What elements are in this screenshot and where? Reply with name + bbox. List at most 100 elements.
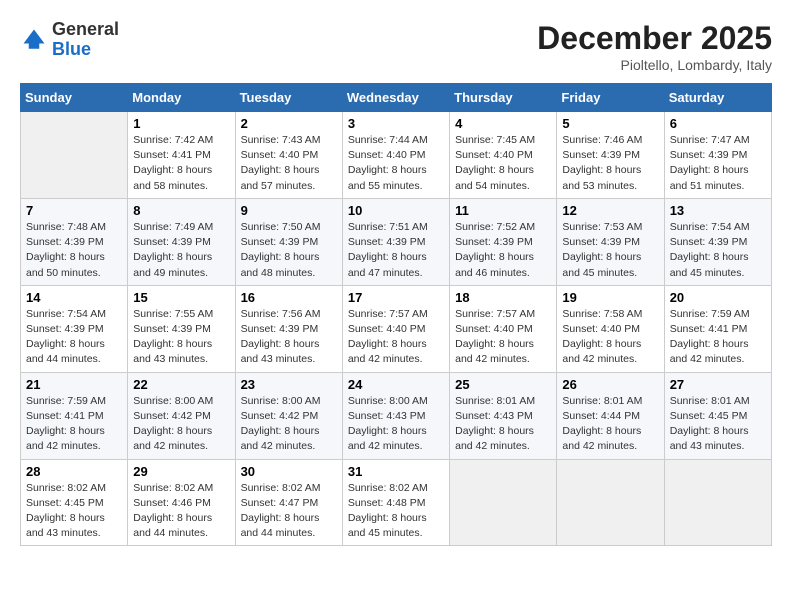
calendar-cell bbox=[450, 459, 557, 546]
calendar-cell: 25 Sunrise: 8:01 AM Sunset: 4:43 PM Dayli… bbox=[450, 372, 557, 459]
calendar-cell: 22 Sunrise: 8:00 AM Sunset: 4:42 PM Dayli… bbox=[128, 372, 235, 459]
day-info: Sunrise: 7:55 AM Sunset: 4:39 PM Dayligh… bbox=[133, 307, 229, 368]
day-header-sunday: Sunday bbox=[21, 84, 128, 112]
day-info: Sunrise: 7:51 AM Sunset: 4:39 PM Dayligh… bbox=[348, 220, 444, 281]
calendar-cell: 10Sunrise: 7:51 AM Sunset: 4:39 PM Dayli… bbox=[342, 198, 449, 285]
calendar-cell: 29 Sunrise: 8:02 AM Sunset: 4:46 PM Dayli… bbox=[128, 459, 235, 546]
calendar-cell: 11 Sunrise: 7:52 AM Sunset: 4:39 PM Dayli… bbox=[450, 198, 557, 285]
day-number: 22 bbox=[133, 377, 229, 392]
day-info: Sunrise: 7:45 AM Sunset: 4:40 PM Dayligh… bbox=[455, 133, 551, 194]
day-info: Sunrise: 7:56 AM Sunset: 4:39 PM Dayligh… bbox=[241, 307, 337, 368]
day-number: 20 bbox=[670, 290, 766, 305]
day-info: Sunrise: 8:02 AM Sunset: 4:45 PM Dayligh… bbox=[26, 481, 122, 542]
day-number: 25 bbox=[455, 377, 551, 392]
day-info: Sunrise: 7:47 AM Sunset: 4:39 PM Dayligh… bbox=[670, 133, 766, 194]
day-number: 12 bbox=[562, 203, 658, 218]
day-header-wednesday: Wednesday bbox=[342, 84, 449, 112]
calendar-cell: 30 Sunrise: 8:02 AM Sunset: 4:47 PM Dayli… bbox=[235, 459, 342, 546]
day-number: 26 bbox=[562, 377, 658, 392]
calendar-cell: 12 Sunrise: 7:53 AM Sunset: 4:39 PM Dayli… bbox=[557, 198, 664, 285]
day-number: 6 bbox=[670, 116, 766, 131]
calendar-cell: 21Sunrise: 7:59 AM Sunset: 4:41 PM Dayli… bbox=[21, 372, 128, 459]
calendar-cell: 16 Sunrise: 7:56 AM Sunset: 4:39 PM Dayli… bbox=[235, 285, 342, 372]
day-info: Sunrise: 7:50 AM Sunset: 4:39 PM Dayligh… bbox=[241, 220, 337, 281]
day-number: 14 bbox=[26, 290, 122, 305]
calendar-cell: 17Sunrise: 7:57 AM Sunset: 4:40 PM Dayli… bbox=[342, 285, 449, 372]
day-number: 5 bbox=[562, 116, 658, 131]
day-header-thursday: Thursday bbox=[450, 84, 557, 112]
day-info: Sunrise: 8:01 AM Sunset: 4:44 PM Dayligh… bbox=[562, 394, 658, 455]
logo-text: General Blue bbox=[52, 20, 119, 60]
logo-general-text: General bbox=[52, 19, 119, 39]
page-header: General Blue December 2025 Pioltello, Lo… bbox=[20, 20, 772, 73]
day-info: Sunrise: 7:59 AM Sunset: 4:41 PM Dayligh… bbox=[670, 307, 766, 368]
title-block: December 2025 Pioltello, Lombardy, Italy bbox=[537, 20, 772, 73]
day-info: Sunrise: 8:00 AM Sunset: 4:43 PM Dayligh… bbox=[348, 394, 444, 455]
calendar-cell bbox=[557, 459, 664, 546]
week-row-2: 7Sunrise: 7:48 AM Sunset: 4:39 PM Daylig… bbox=[21, 198, 772, 285]
calendar-cell: 2 Sunrise: 7:43 AM Sunset: 4:40 PM Daylig… bbox=[235, 112, 342, 199]
day-info: Sunrise: 7:54 AM Sunset: 4:39 PM Dayligh… bbox=[670, 220, 766, 281]
day-number: 24 bbox=[348, 377, 444, 392]
day-number: 1 bbox=[133, 116, 229, 131]
calendar-cell: 31 Sunrise: 8:02 AM Sunset: 4:48 PM Dayli… bbox=[342, 459, 449, 546]
calendar-cell: 5 Sunrise: 7:46 AM Sunset: 4:39 PM Daylig… bbox=[557, 112, 664, 199]
calendar-cell: 6 Sunrise: 7:47 AM Sunset: 4:39 PM Daylig… bbox=[664, 112, 771, 199]
day-header-monday: Monday bbox=[128, 84, 235, 112]
day-number: 16 bbox=[241, 290, 337, 305]
day-info: Sunrise: 8:00 AM Sunset: 4:42 PM Dayligh… bbox=[241, 394, 337, 455]
day-number: 18 bbox=[455, 290, 551, 305]
calendar-cell: 4 Sunrise: 7:45 AM Sunset: 4:40 PM Daylig… bbox=[450, 112, 557, 199]
day-info: Sunrise: 7:58 AM Sunset: 4:40 PM Dayligh… bbox=[562, 307, 658, 368]
day-number: 3 bbox=[348, 116, 444, 131]
day-number: 19 bbox=[562, 290, 658, 305]
day-info: Sunrise: 7:52 AM Sunset: 4:39 PM Dayligh… bbox=[455, 220, 551, 281]
day-info: Sunrise: 8:02 AM Sunset: 4:47 PM Dayligh… bbox=[241, 481, 337, 542]
location-subtitle: Pioltello, Lombardy, Italy bbox=[537, 57, 772, 73]
day-number: 7 bbox=[26, 203, 122, 218]
day-number: 15 bbox=[133, 290, 229, 305]
day-info: Sunrise: 7:57 AM Sunset: 4:40 PM Dayligh… bbox=[455, 307, 551, 368]
calendar-cell bbox=[21, 112, 128, 199]
logo: General Blue bbox=[20, 20, 119, 60]
day-number: 4 bbox=[455, 116, 551, 131]
day-number: 9 bbox=[241, 203, 337, 218]
day-number: 27 bbox=[670, 377, 766, 392]
day-info: Sunrise: 8:00 AM Sunset: 4:42 PM Dayligh… bbox=[133, 394, 229, 455]
calendar-cell: 3 Sunrise: 7:44 AM Sunset: 4:40 PM Daylig… bbox=[342, 112, 449, 199]
day-number: 23 bbox=[241, 377, 337, 392]
day-info: Sunrise: 8:01 AM Sunset: 4:43 PM Dayligh… bbox=[455, 394, 551, 455]
week-row-4: 21Sunrise: 7:59 AM Sunset: 4:41 PM Dayli… bbox=[21, 372, 772, 459]
day-info: Sunrise: 7:53 AM Sunset: 4:39 PM Dayligh… bbox=[562, 220, 658, 281]
day-number: 11 bbox=[455, 203, 551, 218]
day-number: 2 bbox=[241, 116, 337, 131]
calendar-cell: 26 Sunrise: 8:01 AM Sunset: 4:44 PM Dayli… bbox=[557, 372, 664, 459]
calendar-cell: 7Sunrise: 7:48 AM Sunset: 4:39 PM Daylig… bbox=[21, 198, 128, 285]
calendar-cell: 13Sunrise: 7:54 AM Sunset: 4:39 PM Dayli… bbox=[664, 198, 771, 285]
day-number: 31 bbox=[348, 464, 444, 479]
day-number: 30 bbox=[241, 464, 337, 479]
day-info: Sunrise: 8:02 AM Sunset: 4:48 PM Dayligh… bbox=[348, 481, 444, 542]
day-info: Sunrise: 7:44 AM Sunset: 4:40 PM Dayligh… bbox=[348, 133, 444, 194]
days-header-row: SundayMondayTuesdayWednesdayThursdayFrid… bbox=[21, 84, 772, 112]
calendar-cell: 24 Sunrise: 8:00 AM Sunset: 4:43 PM Dayli… bbox=[342, 372, 449, 459]
day-info: Sunrise: 7:46 AM Sunset: 4:39 PM Dayligh… bbox=[562, 133, 658, 194]
calendar-cell: 8Sunrise: 7:49 AM Sunset: 4:39 PM Daylig… bbox=[128, 198, 235, 285]
calendar-cell: 20 Sunrise: 7:59 AM Sunset: 4:41 PM Dayli… bbox=[664, 285, 771, 372]
day-header-friday: Friday bbox=[557, 84, 664, 112]
day-number: 29 bbox=[133, 464, 229, 479]
day-header-saturday: Saturday bbox=[664, 84, 771, 112]
calendar-cell bbox=[664, 459, 771, 546]
week-row-3: 14Sunrise: 7:54 AM Sunset: 4:39 PM Dayli… bbox=[21, 285, 772, 372]
calendar-cell: 18 Sunrise: 7:57 AM Sunset: 4:40 PM Dayli… bbox=[450, 285, 557, 372]
logo-blue-text: Blue bbox=[52, 39, 91, 59]
logo-icon bbox=[20, 26, 48, 54]
calendar-cell: 15 Sunrise: 7:55 AM Sunset: 4:39 PM Dayli… bbox=[128, 285, 235, 372]
day-info: Sunrise: 8:01 AM Sunset: 4:45 PM Dayligh… bbox=[670, 394, 766, 455]
day-info: Sunrise: 7:57 AM Sunset: 4:40 PM Dayligh… bbox=[348, 307, 444, 368]
day-info: Sunrise: 7:42 AM Sunset: 4:41 PM Dayligh… bbox=[133, 133, 229, 194]
calendar-cell: 23 Sunrise: 8:00 AM Sunset: 4:42 PM Dayli… bbox=[235, 372, 342, 459]
day-info: Sunrise: 7:43 AM Sunset: 4:40 PM Dayligh… bbox=[241, 133, 337, 194]
day-info: Sunrise: 8:02 AM Sunset: 4:46 PM Dayligh… bbox=[133, 481, 229, 542]
calendar-cell: 14Sunrise: 7:54 AM Sunset: 4:39 PM Dayli… bbox=[21, 285, 128, 372]
